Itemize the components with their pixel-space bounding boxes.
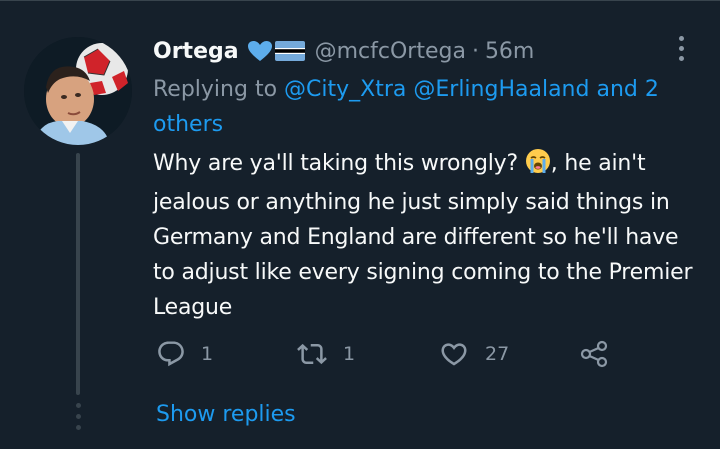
show-replies-link[interactable]: Show replies (156, 402, 296, 427)
loudly-crying-face-icon (525, 148, 551, 185)
retweet-button[interactable]: 1 (296, 336, 355, 372)
timestamp[interactable]: 56m (485, 39, 534, 64)
avatar-image (24, 37, 132, 145)
blue-heart-icon (247, 41, 272, 61)
reply-button[interactable]: 1 (156, 336, 213, 372)
handle[interactable]: @mcfcOrtega (315, 39, 466, 64)
top-divider (0, 0, 720, 1)
tweet-text-part: , he ain't jealous or anything he just s… (153, 151, 693, 320)
heart-icon (441, 343, 467, 366)
like-button[interactable]: 27 (438, 336, 509, 372)
name-emoji (247, 40, 305, 62)
tweet-header: Ortega @mcfcOrtega · 56m (153, 36, 534, 66)
share-button[interactable] (578, 336, 610, 372)
separator: · (471, 38, 479, 64)
thread-dots[interactable] (72, 403, 84, 433)
display-name[interactable]: Ortega (153, 39, 239, 64)
mention-link[interactable]: @City_Xtra (284, 77, 406, 102)
like-count: 27 (485, 343, 510, 365)
mention-link[interactable]: @ErlingHaaland (413, 77, 589, 102)
retweet-icon (297, 343, 327, 365)
replying-to: Replying to @City_Xtra @ErlingHaaland an… (153, 72, 698, 142)
avatar[interactable] (24, 37, 132, 145)
thread-line (76, 153, 80, 395)
reply-icon (158, 341, 184, 367)
share-icon (580, 340, 608, 368)
botswana-flag-icon (274, 41, 305, 61)
tweet-text-part: Why are ya'll taking this wrongly? (153, 151, 518, 176)
replying-prefix: Replying to (153, 77, 278, 102)
tweet-text: Why are ya'll taking this wrongly? , he … (153, 146, 703, 325)
retweet-count: 1 (343, 343, 356, 365)
more-options-icon[interactable] (674, 36, 688, 66)
reply-count: 1 (201, 343, 214, 365)
